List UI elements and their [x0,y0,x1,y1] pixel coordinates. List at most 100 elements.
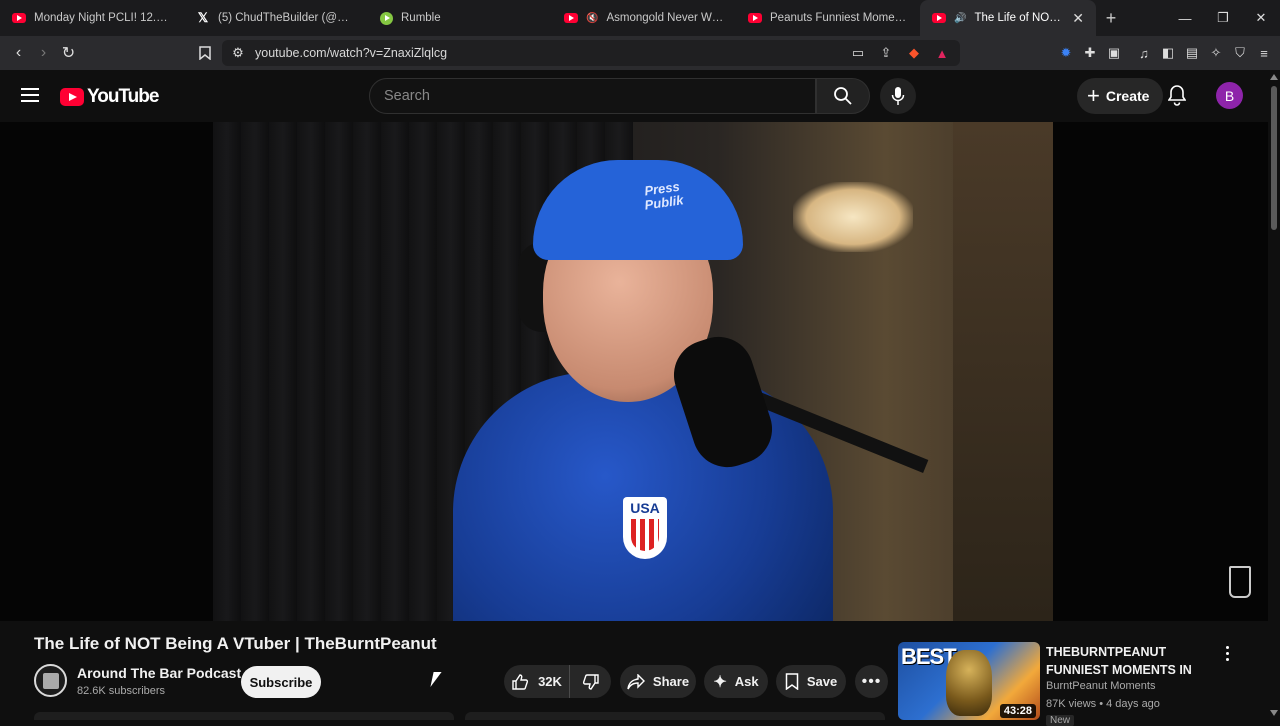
search-box [369,78,816,114]
cast-icon[interactable]: ▭ [850,45,866,61]
site-settings-icon[interactable]: ⚙ [230,45,246,61]
youtube-icon [12,13,26,23]
channel-avatar[interactable] [34,664,67,697]
like-dislike-group: 32K [504,665,611,698]
youtube-icon [932,13,946,23]
lamp [793,182,913,252]
recommendation-title[interactable]: THEBURNTPEANUT FUNNIEST MOMENTS IN ARC R… [1046,643,1216,679]
restore-icon[interactable]: ❐ [1204,0,1242,36]
browser-tab-3[interactable]: Rumble [368,0,552,36]
tab-title: The Life of NOT Being A [974,12,1064,24]
save-button[interactable]: Save [776,665,846,698]
more-dots-icon: ••• [861,672,882,690]
browser-tab-5[interactable]: Peanuts Funniest Moments | Vol [736,0,920,36]
like-count: 32K [538,674,562,689]
page-scrollbar[interactable] [1268,70,1280,720]
channel-name[interactable]: Around The Bar Podcast [77,665,241,681]
create-label: Create [1105,88,1150,104]
forward-icon[interactable]: › [31,36,56,70]
account-avatar[interactable]: B [1216,82,1243,109]
scroll-thumb[interactable] [1271,86,1277,230]
scroll-up-icon[interactable] [1270,74,1278,80]
video-duration: 43:28 [999,704,1036,718]
speaker-icon[interactable]: 🔊 [954,13,966,24]
browser-tab-active[interactable]: 🔊 The Life of NOT Being A ✕ [920,0,1096,36]
ask-label: Ask [734,674,759,689]
recommendation-channel[interactable]: BurntPeanut Moments [1046,680,1155,692]
rumble-icon [380,11,393,25]
vpn-icon[interactable]: ⛉ [1232,45,1248,61]
subscriber-count: 82.6K subscribers [77,685,166,697]
close-window-icon[interactable]: ✕ [1242,0,1280,36]
create-button[interactable]: + Create [1077,78,1164,114]
video-frame[interactable]: Press Publik USA [213,122,1053,621]
cup-overlay-icon[interactable] [1229,566,1251,598]
youtube-play-icon [60,88,84,106]
url-text: youtube.com/watch?v=ZnaxiZlqlcg [255,46,448,60]
recommendation-menu-icon[interactable] [1220,644,1234,662]
close-tab-icon[interactable]: ✕ [1072,10,1084,27]
leo-ai-icon[interactable]: ✧ [1208,45,1224,61]
recommendation-thumbnail[interactable]: BEST 43:28 [898,642,1040,720]
mouse-cursor [430,672,442,687]
description-box-edge [34,712,454,720]
comments-box-edge [465,712,885,720]
video-player[interactable]: Press Publik USA [0,122,1268,621]
hamburger-menu-icon[interactable] [21,88,39,102]
screenshot-icon[interactable]: ▣ [1106,45,1122,61]
like-button[interactable]: 32K [504,665,570,698]
share-icon[interactable]: ⇪ [878,45,894,61]
save-bookmark-icon [785,673,799,690]
shelf-backdrop [953,122,1053,621]
window-controls: — ❐ ✕ [1166,0,1280,36]
share-arrow-icon [627,673,645,689]
plus-icon: + [1087,83,1100,108]
tab-title: Peanuts Funniest Moments | Vol [770,12,908,24]
share-button[interactable]: Share [620,665,696,698]
youtube-icon [564,13,578,23]
reload-icon[interactable]: ↻ [56,36,81,70]
usa-crest: USA [623,497,667,559]
browser-tab-1[interactable]: Monday Night PCLI! 12.29.25 - F [0,0,184,36]
logo-text: YouTube [87,86,159,107]
tab-title: Rumble [401,12,441,24]
voice-search-button[interactable] [880,78,916,114]
bookmark-icon[interactable] [192,36,217,70]
ask-button[interactable]: ✦ Ask [704,665,768,698]
thumbnail-figure [946,650,992,716]
more-actions-button[interactable]: ••• [855,665,888,698]
youtube-logo[interactable]: YouTube [60,86,159,108]
video-title: The Life of NOT Being A VTuber | TheBurn… [34,634,437,653]
subscribe-button[interactable]: Subscribe [241,666,321,698]
search-input[interactable] [370,79,815,113]
sidebar-icon[interactable]: ◧ [1160,45,1176,61]
menu-icon[interactable]: ≡ [1256,45,1272,61]
tab-title: (5) ChudTheBuilder (@ChudThe [218,12,356,24]
media-icon[interactable]: ♫ [1136,45,1152,61]
dislike-button[interactable] [570,673,611,691]
youtube-icon [748,13,762,23]
microphone-icon [891,87,905,105]
recommendation-meta: 87K views • 4 days ago [1046,698,1160,710]
muted-speaker-icon[interactable]: 🔇 [586,13,598,24]
back-icon[interactable]: ‹ [6,36,31,70]
browser-tab-2[interactable]: 𝕏 (5) ChudTheBuilder (@ChudThe [184,0,368,36]
extensions-area: ✹ ✚ ▣ ♫ ◧ ▤ ✧ ⛉ ≡ [1058,36,1272,70]
youtube-header: YouTube + Create B [0,70,1268,122]
tab-title: Asmongold Never Went THE [606,12,724,24]
new-tab-button[interactable]: + [1096,8,1126,29]
wallet-icon[interactable]: ▤ [1184,45,1200,61]
scroll-down-icon[interactable] [1270,710,1278,716]
minimize-icon[interactable]: — [1166,0,1204,36]
extension-gear-icon[interactable]: ✹ [1058,45,1074,61]
notifications-button[interactable] [1167,84,1187,111]
search-button[interactable] [816,78,870,114]
sparkle-icon: ✦ [713,673,727,691]
brave-shield-icon[interactable]: ◆ [906,45,922,61]
channel-logo-icon [42,672,59,689]
brave-rewards-icon[interactable]: ▲ [934,45,950,61]
extensions-icon[interactable]: ✚ [1082,45,1098,61]
thumbs-up-icon [512,673,529,690]
browser-tab-4[interactable]: 🔇 Asmongold Never Went THE [552,0,736,36]
address-bar[interactable]: ⚙ youtube.com/watch?v=ZnaxiZlqlcg ▭ ⇪ ◆ … [222,40,960,66]
